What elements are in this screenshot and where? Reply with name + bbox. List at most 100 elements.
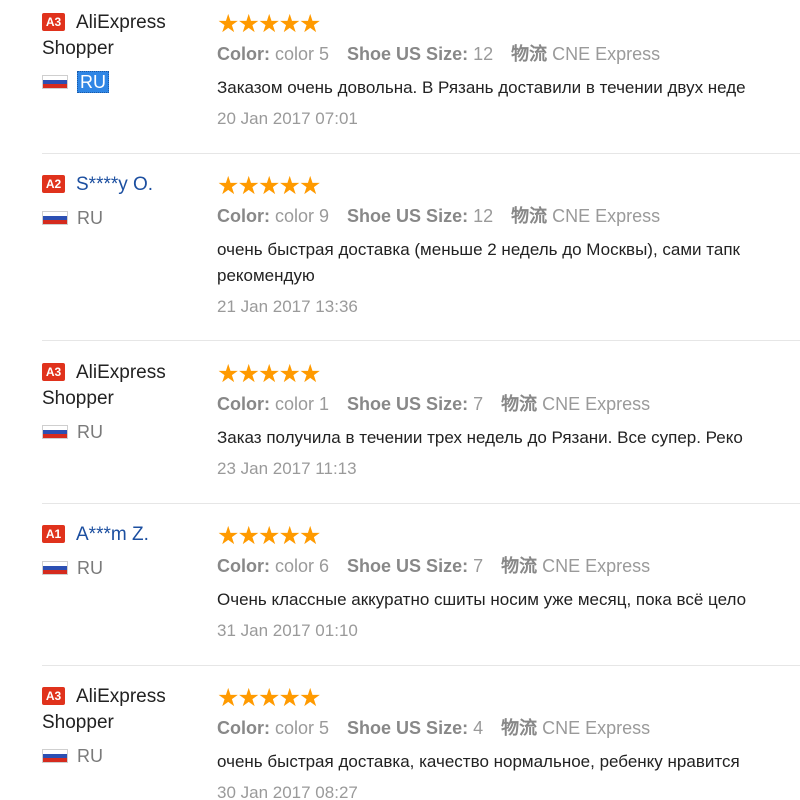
color-attribute: Color: color 9: [217, 206, 329, 226]
review-body: ★★★★★ Color: color 1 Shoe US Size: 7 物流 CNE…: [217, 360, 800, 482]
size-attribute-value: 4: [473, 718, 484, 738]
buyer-name-line: A3 AliExpress: [42, 360, 212, 386]
star-icon: ★: [278, 172, 301, 200]
color-attribute-label: Color:: [217, 206, 270, 226]
buyer-country: RU: [42, 206, 212, 230]
buyer-country: RU: [42, 556, 212, 580]
logistics-attribute-value: CNE Express: [552, 206, 661, 226]
russia-flag-icon: [42, 561, 68, 575]
buyer-name-line: A2 S****y O.: [42, 172, 212, 198]
logistics-attribute-label: 物流: [501, 394, 538, 414]
review-text-line: рекомендую: [217, 266, 315, 285]
review-text-line: Заказ получила в течении трех недель до …: [217, 428, 743, 447]
color-attribute-value: color 5: [275, 44, 330, 64]
buyer-level-badge: A3: [42, 687, 65, 705]
star-icon: ★: [278, 684, 301, 712]
logistics-attribute-label: 物流: [501, 556, 538, 576]
review-body: ★★★★★ Color: color 5 Shoe US Size: 12 物流 CN…: [217, 10, 800, 132]
buyer-level-badge: A3: [42, 363, 65, 381]
star-icon: ★: [299, 684, 322, 712]
star-icon: ★: [258, 522, 281, 550]
buyer-name-line: A1 A***m Z.: [42, 522, 212, 548]
color-attribute-value: color 6: [275, 556, 330, 576]
star-icon: ★: [278, 360, 301, 388]
buyer-info: A3 AliExpress Shopper RU: [42, 360, 212, 444]
country-code: RU: [77, 422, 103, 442]
country-code: RU: [77, 746, 103, 766]
buyer-name-line2: Shopper: [42, 388, 114, 409]
buyer-country: RU: [42, 744, 212, 768]
logistics-attribute-label: 物流: [511, 206, 548, 226]
logistics-attribute-value: CNE Express: [552, 44, 661, 64]
buyer-name-line: A3 AliExpress: [42, 684, 212, 710]
review-divider: [42, 340, 800, 341]
color-attribute-label: Color:: [217, 718, 270, 738]
logistics-attribute-value: CNE Express: [542, 394, 651, 414]
review-text-line: очень быстрая доставка (меньше 2 недель …: [217, 240, 740, 259]
color-attribute: Color: color 6: [217, 556, 329, 576]
review-text: очень быстрая доставка (меньше 2 недель …: [217, 237, 800, 289]
star-icon: ★: [237, 10, 260, 38]
color-attribute: Color: color 5: [217, 44, 329, 64]
size-attribute: Shoe US Size: 12: [347, 206, 493, 226]
star-icon: ★: [299, 10, 322, 38]
size-attribute-value: 7: [473, 394, 484, 414]
review-text-line: Очень классные аккуратно сшиты носим уже…: [217, 590, 747, 609]
russia-flag-icon: [42, 425, 68, 439]
size-attribute: Shoe US Size: 7: [347, 556, 483, 576]
star-icon: ★: [237, 172, 260, 200]
buyer-name: AliExpress: [76, 12, 166, 33]
buyer-level-badge: A3: [42, 13, 65, 31]
buyer-name-line: A3 AliExpress: [42, 10, 212, 36]
size-attribute-value: 7: [473, 556, 484, 576]
country-code: RU: [77, 558, 103, 578]
star-icon: ★: [299, 360, 322, 388]
buyer-name-line2: Shopper: [42, 712, 114, 733]
star-icon: ★: [258, 172, 281, 200]
buyer-country: RU: [42, 420, 212, 444]
star-icon: ★: [299, 172, 322, 200]
review-list: A3 AliExpress Shopper RU ★★★★★ Color: color 5…: [0, 0, 800, 800]
order-attributes: Color: color 9 Shoe US Size: 12 物流 CNE Exp…: [217, 203, 800, 229]
review-text: Очень классные аккуратно сшиты носим уже…: [217, 587, 800, 613]
logistics-attribute-label: 物流: [501, 718, 538, 738]
star-rating: ★★★★★: [217, 522, 800, 550]
review-text-line: очень быстрая доставка, качество нормаль…: [217, 752, 740, 771]
logistics-attribute: 物流 CNE Express: [511, 44, 660, 64]
star-icon: ★: [299, 522, 322, 550]
star-rating: ★★★★★: [217, 684, 800, 712]
size-attribute-value: 12: [473, 206, 494, 226]
review-body: ★★★★★ Color: color 9 Shoe US Size: 12 物流 CN…: [217, 172, 800, 320]
star-rating: ★★★★★: [217, 360, 800, 388]
order-attributes: Color: color 5 Shoe US Size: 12 物流 CNE Exp…: [217, 41, 800, 67]
star-icon: ★: [217, 522, 240, 550]
star-icon: ★: [258, 684, 281, 712]
buyer-info: A1 A***m Z. RU: [42, 522, 212, 580]
buyer-name[interactable]: A***m Z.: [76, 524, 149, 545]
logistics-attribute: 物流 CNE Express: [511, 206, 660, 226]
buyer-info: A2 S****y O. RU: [42, 172, 212, 230]
review-date: 31 Jan 2017 01:10: [217, 621, 358, 640]
russia-flag-icon: [42, 749, 68, 763]
buyer-level-badge: A2: [42, 175, 65, 193]
review-text: Заказом очень довольна. В Рязань достави…: [217, 75, 800, 101]
logistics-attribute-value: CNE Express: [542, 556, 651, 576]
size-attribute-label: Shoe US Size:: [347, 718, 469, 738]
logistics-attribute: 物流 CNE Express: [501, 718, 650, 738]
color-attribute: Color: color 5: [217, 718, 329, 738]
review-divider: [42, 665, 800, 666]
logistics-attribute: 物流 CNE Express: [501, 394, 650, 414]
review-date: 30 Jan 2017 08:27: [217, 783, 358, 800]
logistics-attribute-value: CNE Express: [542, 718, 651, 738]
buyer-name[interactable]: S****y O.: [76, 174, 153, 195]
order-attributes: Color: color 5 Shoe US Size: 4 物流 CNE Expr…: [217, 715, 800, 741]
buyer-name: AliExpress: [76, 362, 166, 383]
review-divider: [42, 153, 800, 154]
buyer-level-badge: A1: [42, 525, 65, 543]
review-body: ★★★★★ Color: color 6 Shoe US Size: 7 物流 CNE…: [217, 522, 800, 644]
star-icon: ★: [217, 360, 240, 388]
color-attribute: Color: color 1: [217, 394, 329, 414]
review-body: ★★★★★ Color: color 5 Shoe US Size: 4 物流 CNE…: [217, 684, 800, 800]
size-attribute: Shoe US Size: 4: [347, 718, 483, 738]
review-date: 20 Jan 2017 07:01: [217, 109, 358, 128]
